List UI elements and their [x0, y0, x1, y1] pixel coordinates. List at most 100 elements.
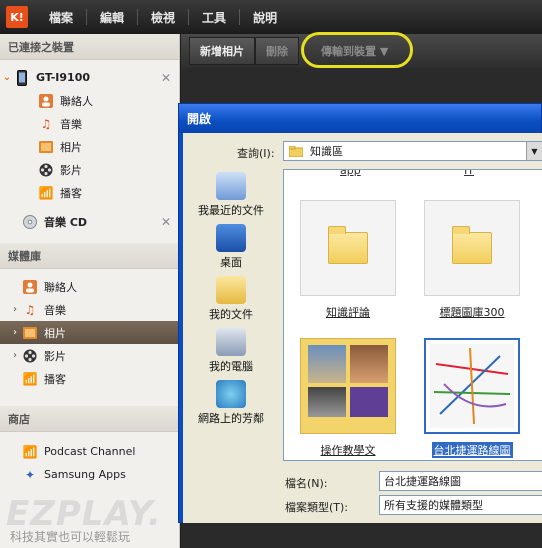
library-item-music[interactable]: › ♫ 音樂	[0, 298, 179, 321]
device-item-contacts[interactable]: 聯絡人	[0, 89, 179, 112]
podcast-icon: 📶	[22, 444, 38, 459]
chevron-down-icon[interactable]: ▼	[526, 142, 542, 160]
sidebar-item-label: 聯絡人	[60, 94, 93, 108]
file-item[interactable]: 知識評論	[298, 200, 398, 320]
apps-icon: ✦	[24, 467, 36, 482]
menu-file[interactable]: 檔案	[36, 9, 86, 26]
look-in-value: 知識區	[310, 145, 343, 158]
metro-map-thumbnail	[424, 338, 520, 434]
store-item-podcast-channel[interactable]: 📶 Podcast Channel	[0, 440, 179, 463]
delete-button[interactable]: 刪除	[255, 37, 299, 65]
library-item-photos[interactable]: › 相片	[0, 321, 179, 344]
device-item[interactable]: ⌄ GT-I9100 ✕	[0, 66, 179, 89]
recent-documents-icon	[216, 172, 246, 200]
filename-label: 檔名(N):	[285, 477, 328, 490]
podcast-icon: 📶	[22, 371, 38, 386]
file-item-selected[interactable]: 台北捷運路線圖	[422, 338, 522, 458]
file-name: 標題圖庫300	[439, 306, 505, 319]
file-name: 知識評論	[326, 306, 370, 319]
device-item-photos[interactable]: 相片	[0, 135, 179, 158]
sidebar-item-label: Samsung Apps	[44, 468, 126, 481]
desktop-icon	[216, 224, 246, 252]
place-my-computer[interactable]: 我的電腦	[183, 325, 279, 377]
filename-input[interactable]: 台北捷運路線圖	[379, 471, 542, 491]
folder-icon	[300, 200, 396, 296]
dialog-title: 開啟	[179, 104, 541, 133]
menu-tools[interactable]: 工具	[189, 9, 239, 26]
place-label: 網路上的芳鄰	[198, 412, 264, 425]
app-logo: K!	[6, 6, 28, 28]
music-icon: ♫	[40, 116, 52, 131]
library-item-videos[interactable]: › 影片	[0, 344, 179, 367]
file-name: 操作教學文	[320, 444, 376, 457]
sidebar-item-label: 相片	[60, 140, 82, 154]
sidebar-item-label: Podcast Channel	[44, 445, 136, 458]
filetype-label: 檔案類型(T):	[285, 501, 349, 514]
look-in-label: 查詢(I):	[237, 147, 275, 160]
network-places-icon	[216, 380, 246, 408]
music-icon: ♫	[24, 302, 36, 317]
place-recent[interactable]: 我最近的文件	[183, 169, 279, 221]
place-label: 我的文件	[209, 308, 253, 321]
sidebar-item-label: 聯絡人	[44, 280, 77, 294]
file-list: app IT 知識評論 標題圖庫300 操作教學文 台北捷運路線圖	[283, 169, 542, 461]
device-item-podcasts[interactable]: 📶 播客	[0, 181, 179, 204]
library-item-podcasts[interactable]: 📶 播客	[0, 367, 179, 390]
open-file-dialog: 開啟 查詢(I): 知識區 ▼ 我最近的文件 桌面 我的文件 我的電腦 網路上的…	[178, 103, 542, 523]
sidebar-item-label: 播客	[60, 186, 82, 200]
store-header: 商店	[0, 406, 179, 432]
menu-view[interactable]: 檢視	[138, 9, 188, 26]
film-reel-icon	[38, 162, 54, 178]
library-header: 媒體庫	[0, 243, 179, 269]
device-item-videos[interactable]: 影片	[0, 158, 179, 181]
new-photo-button[interactable]: 新增相片	[189, 37, 255, 65]
look-in-select[interactable]: 知識區 ▼	[283, 141, 542, 161]
file-name: 台北捷運路線圖	[431, 442, 513, 458]
music-cd-label: 音樂 CD	[44, 215, 88, 229]
close-icon[interactable]: ✕	[161, 215, 171, 229]
menu-edit[interactable]: 編輯	[87, 9, 137, 26]
sidebar: 已連接之裝置 ⌄ GT-I9100 ✕ 聯絡人 ♫ 音樂 相片 影片 📶 播客 …	[0, 34, 180, 548]
sidebar-item-label: 相片	[44, 326, 66, 340]
my-documents-icon	[216, 276, 246, 304]
place-label: 桌面	[220, 256, 242, 269]
photo-icon	[22, 325, 38, 341]
chevron-right-icon[interactable]: ›	[8, 327, 22, 338]
device-item-music[interactable]: ♫ 音樂	[0, 112, 179, 135]
my-computer-icon	[216, 328, 246, 356]
contacts-icon	[38, 93, 54, 109]
sidebar-item-label: 音樂	[44, 303, 66, 317]
place-my-documents[interactable]: 我的文件	[183, 273, 279, 325]
sidebar-item-label: 播客	[44, 372, 66, 386]
folder-icon	[424, 200, 520, 296]
place-network[interactable]: 網路上的芳鄰	[183, 377, 279, 429]
film-reel-icon	[22, 348, 38, 364]
filetype-select[interactable]: 所有支援的媒體類型	[379, 495, 542, 515]
photo-icon	[38, 139, 54, 155]
file-item[interactable]: app	[340, 170, 361, 177]
file-item[interactable]: 操作教學文	[298, 338, 398, 458]
sidebar-item-label: 影片	[60, 163, 82, 177]
place-desktop[interactable]: 桌面	[183, 221, 279, 273]
menu-help[interactable]: 說明	[240, 9, 290, 26]
sidebar-item-label: 影片	[44, 349, 66, 363]
store-item-samsung-apps[interactable]: ✦ Samsung Apps	[0, 463, 179, 486]
music-cd-item[interactable]: 音樂 CD ✕	[0, 210, 179, 233]
file-item[interactable]: 標題圖庫300	[422, 200, 522, 320]
chevron-right-icon[interactable]: ›	[8, 350, 22, 361]
chevron-down-icon[interactable]: ⌄	[0, 72, 14, 83]
dialog-body: 查詢(I): 知識區 ▼ 我最近的文件 桌面 我的文件 我的電腦 網路上的芳鄰 …	[183, 133, 542, 523]
folder-icon	[288, 143, 304, 159]
cd-icon	[22, 214, 38, 230]
podcast-icon: 📶	[38, 185, 54, 200]
place-label: 我的電腦	[209, 360, 253, 373]
device-name: GT-I9100	[36, 71, 90, 84]
places-bar: 我最近的文件 桌面 我的文件 我的電腦 網路上的芳鄰	[183, 169, 279, 429]
highlight-ring	[301, 32, 413, 68]
contacts-icon	[22, 279, 38, 295]
library-item-contacts[interactable]: 聯絡人	[0, 275, 179, 298]
close-icon[interactable]: ✕	[161, 71, 171, 85]
chevron-right-icon[interactable]: ›	[8, 304, 22, 315]
place-label: 我最近的文件	[198, 204, 264, 217]
file-item[interactable]: IT	[464, 170, 474, 177]
